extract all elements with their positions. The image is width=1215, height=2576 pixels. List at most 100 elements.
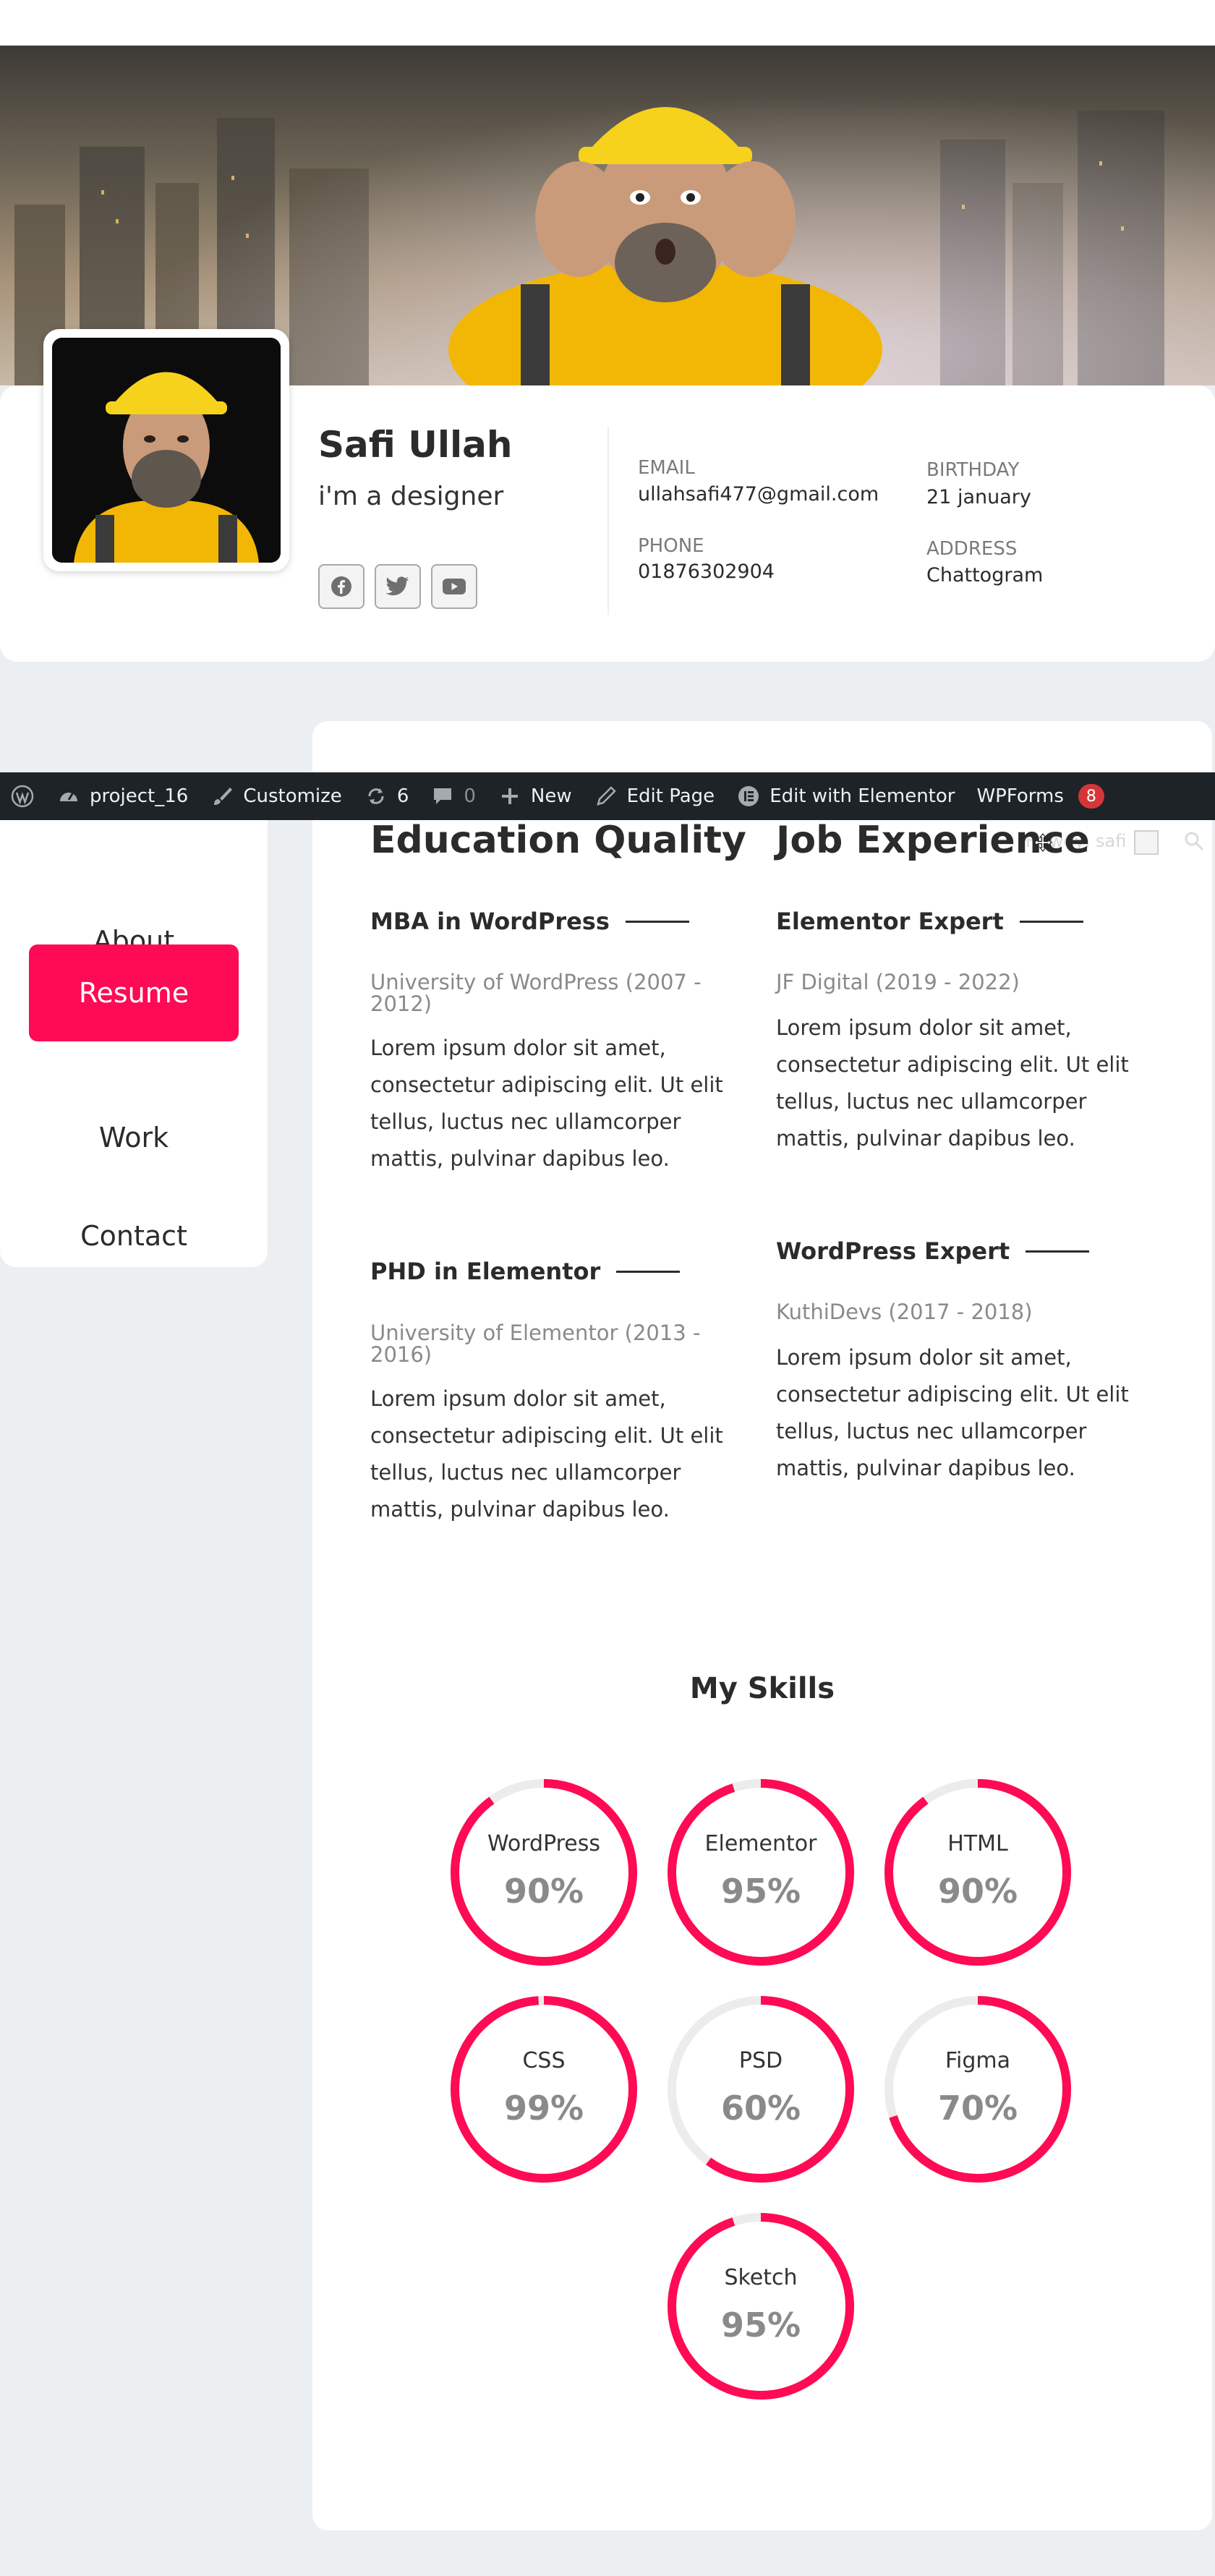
updates-count: 6 bbox=[396, 785, 409, 807]
move-cursor-icon bbox=[1033, 833, 1052, 852]
avatar bbox=[52, 338, 281, 563]
education-item-desc: Lorem ipsum dolor sit amet, consectetur … bbox=[370, 1386, 723, 1522]
skill-circle-sketch: Sketch 95% bbox=[666, 2212, 856, 2401]
nav-item-contact[interactable]: Contact bbox=[29, 1187, 239, 1284]
customize-label: Customize bbox=[243, 785, 342, 807]
education-item-title-text: MBA in WordPress bbox=[370, 908, 610, 935]
profile-role: i'm a designer bbox=[318, 482, 504, 511]
nav-label: Resume bbox=[78, 977, 189, 1009]
updates-icon bbox=[368, 788, 384, 804]
skill-circle-psd: PSD 60% bbox=[666, 1995, 856, 2184]
worker-photo bbox=[448, 107, 882, 385]
admin-comments[interactable]: 0 bbox=[430, 784, 476, 809]
education-item-meta: University of Elementor (2013 - 2016) bbox=[370, 1321, 701, 1367]
email-label: EMAIL bbox=[638, 457, 695, 479]
wordpress-icon bbox=[11, 785, 34, 808]
birthday-label: BIRTHDAY bbox=[926, 459, 1020, 481]
twitter-icon bbox=[385, 576, 409, 596]
side-nav: About Resume Work Contact bbox=[0, 820, 268, 1267]
experience-item-title: WordPress Expert bbox=[776, 1237, 1090, 1265]
skill-name: Elementor bbox=[704, 1831, 817, 1856]
pencil-icon bbox=[596, 786, 616, 806]
admin-edit-elementor[interactable]: Edit with Elementor bbox=[736, 784, 955, 809]
skill-name: PSD bbox=[738, 2048, 783, 2073]
skill-circle-html: HTML 90% bbox=[883, 1778, 1073, 1967]
nav-label: Work bbox=[98, 1122, 169, 1153]
comment-icon bbox=[434, 788, 452, 804]
social-links bbox=[318, 564, 477, 609]
address-label: ADDRESS bbox=[926, 538, 1018, 560]
wpforms-badge: 8 bbox=[1078, 784, 1104, 809]
admin-customize[interactable]: Customize bbox=[210, 784, 342, 809]
edit-elementor-label: Edit with Elementor bbox=[770, 785, 955, 807]
experience-item-title-text: Elementor Expert bbox=[776, 908, 1004, 935]
skill-percent: 95% bbox=[720, 1872, 801, 1911]
twitter-button[interactable] bbox=[375, 564, 421, 609]
nav-label: Contact bbox=[80, 1220, 187, 1252]
profile-name: Safi Ullah bbox=[318, 424, 513, 466]
skill-percent: 60% bbox=[720, 2089, 801, 2128]
user-avatar-icon[interactable] bbox=[1134, 830, 1159, 855]
plus-icon bbox=[501, 788, 518, 804]
dashboard-icon bbox=[60, 792, 77, 801]
nav-item-resume[interactable]: Resume bbox=[29, 944, 239, 1041]
skill-percent: 99% bbox=[503, 2089, 584, 2128]
brush-icon bbox=[214, 788, 233, 805]
title-rule bbox=[625, 920, 689, 923]
profile-avatar-frame bbox=[43, 329, 289, 571]
skill-name: HTML bbox=[947, 1831, 1008, 1856]
phone-value: 01876302904 bbox=[638, 560, 775, 583]
wpforms-label: WPForms bbox=[976, 785, 1064, 807]
education-item-title: MBA in WordPress bbox=[370, 908, 689, 935]
admin-new[interactable]: New bbox=[498, 784, 572, 809]
skill-circle-css: CSS 99% bbox=[449, 1995, 639, 2184]
skill-name: CSS bbox=[522, 2048, 566, 2073]
experience-item-title: Elementor Expert bbox=[776, 908, 1083, 935]
admin-edit-page[interactable]: Edit Page bbox=[594, 784, 715, 809]
admin-updates[interactable]: 6 bbox=[364, 784, 409, 809]
experience-item-meta: JF Digital (2019 - 2022) bbox=[776, 970, 1020, 994]
education-title: Education Quality bbox=[370, 819, 746, 862]
top-spacer bbox=[0, 0, 1215, 46]
youtube-icon bbox=[443, 579, 466, 594]
admin-wpforms[interactable]: WPForms 8 bbox=[976, 784, 1104, 809]
wp-admin-bar: project_16 Customize 6 0 New Edit Page E… bbox=[0, 772, 1215, 820]
facebook-button[interactable] bbox=[318, 564, 364, 609]
education-item-desc: Lorem ipsum dolor sit amet, consectetur … bbox=[370, 1036, 723, 1171]
skill-name: WordPress bbox=[487, 1831, 601, 1856]
title-rule bbox=[1026, 1250, 1090, 1253]
admin-site-name[interactable]: project_16 bbox=[56, 784, 188, 809]
skill-percent: 95% bbox=[720, 2306, 801, 2345]
site-name-label: project_16 bbox=[90, 785, 189, 807]
search-icon[interactable] bbox=[1183, 830, 1205, 852]
experience-item-title-text: WordPress Expert bbox=[776, 1237, 1010, 1265]
skill-name: Sketch bbox=[724, 2265, 798, 2290]
youtube-button[interactable] bbox=[431, 564, 477, 609]
profile-divider bbox=[608, 427, 609, 615]
edit-page-label: Edit Page bbox=[626, 785, 715, 807]
page: Safi Ullah i'm a designer EMAIL ullahsaf… bbox=[0, 0, 1215, 2576]
skill-name: Figma bbox=[945, 2048, 1011, 2073]
skill-percent: 90% bbox=[503, 1872, 584, 1911]
education-item-title: PHD in Elementor bbox=[370, 1258, 681, 1285]
experience-item-meta: KuthiDevs (2017 - 2018) bbox=[776, 1300, 1033, 1324]
education-item-meta: University of WordPress (2007 - 2012) bbox=[370, 970, 702, 1016]
wp-logo-menu[interactable] bbox=[10, 784, 35, 809]
skill-circle-elementor: Elementor 95% bbox=[666, 1778, 856, 1967]
experience-item-desc: Lorem ipsum dolor sit amet, consectetur … bbox=[776, 1015, 1129, 1151]
nav-item-work[interactable]: Work bbox=[29, 1089, 239, 1186]
skills-title: My Skills bbox=[689, 1672, 835, 1705]
skill-circle-wordpress: WordPress 90% bbox=[449, 1778, 639, 1967]
address-value: Chattogram bbox=[926, 564, 1044, 587]
phone-label: PHONE bbox=[638, 535, 704, 557]
facebook-icon bbox=[331, 576, 351, 597]
skill-percent: 90% bbox=[937, 1872, 1018, 1911]
skill-percent: 70% bbox=[937, 2089, 1018, 2128]
birthday-value: 21 january bbox=[926, 486, 1031, 508]
elementor-icon bbox=[738, 786, 759, 806]
email-value: ullahsafi477@gmail.com bbox=[638, 483, 879, 506]
comments-count: 0 bbox=[464, 785, 476, 807]
title-rule bbox=[616, 1270, 681, 1273]
skill-circle-figma: Figma 70% bbox=[883, 1995, 1073, 2184]
title-rule bbox=[1019, 920, 1083, 923]
